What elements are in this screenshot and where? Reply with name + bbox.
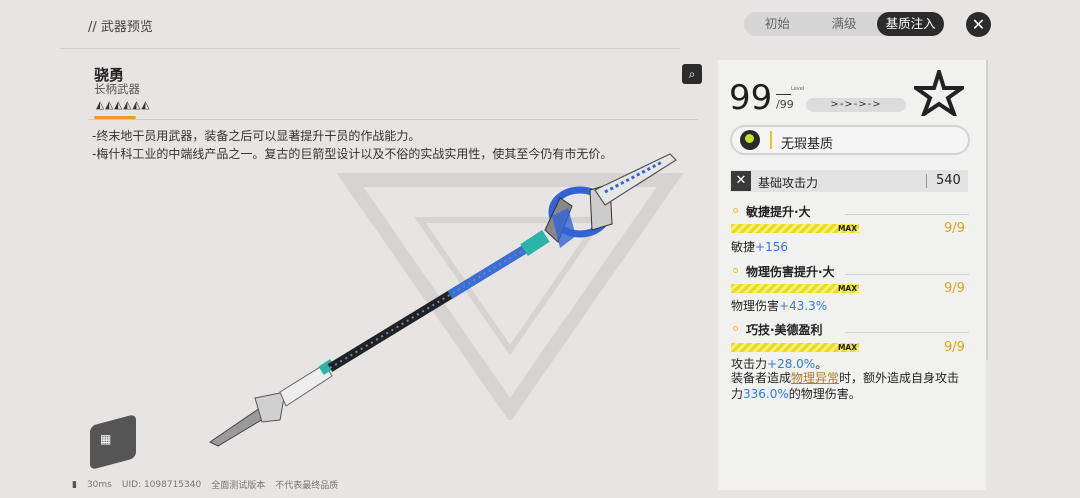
rarity-star-icon: ◭ bbox=[96, 99, 104, 111]
signal-icon: ▮ bbox=[72, 479, 77, 490]
rarity-stars: ◭ ◭ ◭ ◭ ◭ ◭ bbox=[96, 99, 149, 111]
quality-dot bbox=[745, 134, 754, 143]
base-attack-label: 基础攻击力 bbox=[758, 176, 819, 190]
base-attack-value: 540 bbox=[936, 173, 961, 188]
ping-text: 30ms bbox=[86, 479, 112, 490]
tab-matrix-infusion[interactable]: 基质注入 bbox=[877, 12, 945, 36]
weapon-spear-image bbox=[209, 153, 677, 447]
divider bbox=[776, 94, 791, 95]
stat-max-label: MAX bbox=[837, 284, 857, 293]
skill-description: 装备者造成物理异常时，额外造成自身攻击力336.0%的物理伤害。 bbox=[731, 370, 971, 402]
grid-icon: ▦ bbox=[100, 432, 112, 446]
status-bar: ▮ 30ms UID: 1098715340 全面测试版本 不代表最终品质 bbox=[72, 478, 339, 492]
stat-effect-label: 物理伤害 bbox=[731, 299, 780, 313]
skill-text: 的物理伤害。 bbox=[788, 387, 861, 401]
weapon-description-line: -终末地干员用武器，装备之后可以显著提升干员的作战能力。 bbox=[92, 129, 421, 143]
rarity-star-icon: ◭ bbox=[132, 99, 140, 111]
stat-level-value: 9/9 bbox=[944, 340, 965, 355]
stat-name: 巧技·美德盈利 bbox=[746, 323, 823, 337]
keyword-link[interactable]: 物理异常 bbox=[791, 371, 839, 385]
stat-effect-suffix: 。 bbox=[815, 357, 828, 371]
stat-bullet-icon bbox=[733, 208, 738, 213]
tab-max-level[interactable]: 满级 bbox=[811, 12, 878, 36]
top-bar: // 武器预览 初始 满级 基质注入 ✕ bbox=[0, 0, 1080, 50]
breakthrough-icon: >->->-> bbox=[806, 98, 906, 112]
stat-name: 敏捷提升·大 bbox=[746, 205, 811, 219]
level-max: /99 bbox=[776, 98, 794, 111]
skill-text: 装备者造成 bbox=[731, 371, 792, 385]
stat-name: 物理伤害提升·大 bbox=[746, 265, 835, 279]
stat-effect-label: 攻击力 bbox=[731, 357, 768, 371]
divider bbox=[845, 214, 969, 215]
divider bbox=[845, 332, 969, 333]
final-quality-note: 不代表最终品质 bbox=[275, 481, 339, 491]
star-emblem-icon bbox=[914, 70, 964, 116]
close-icon[interactable]: ✕ bbox=[966, 12, 991, 37]
divider bbox=[845, 274, 969, 275]
stat-effect: 物理伤害+43.3% bbox=[731, 297, 827, 314]
stat-level-value: 9/9 bbox=[944, 221, 965, 236]
stat-effect-value: +43.3% bbox=[779, 299, 828, 313]
divider bbox=[770, 131, 772, 149]
scrollbar[interactable] bbox=[986, 60, 988, 360]
level-label: Level bbox=[791, 86, 805, 92]
crossed-swords-icon: ✕ bbox=[731, 171, 751, 191]
stat-bullet-icon bbox=[733, 326, 738, 331]
divider bbox=[88, 119, 698, 120]
stat-effect: 敏捷+156 bbox=[731, 238, 788, 255]
stat-level-bar: MAX bbox=[731, 284, 859, 293]
stat-level-bar: MAX bbox=[731, 224, 859, 233]
view-tabs: 初始 满级 基质注入 bbox=[744, 12, 945, 36]
stat-max-label: MAX bbox=[837, 343, 857, 352]
stat-max-label: MAX bbox=[837, 224, 857, 233]
breadcrumb: // 武器预览 bbox=[88, 20, 153, 35]
uid-text: UID: 1098715340 bbox=[121, 479, 202, 490]
stat-effect-value: +28.0% bbox=[767, 357, 816, 371]
stat-effect-value: +156 bbox=[755, 240, 788, 254]
stat-effect-label: 敏捷 bbox=[731, 240, 756, 254]
level-value: 99 bbox=[729, 78, 773, 118]
rarity-star-icon: ◭ bbox=[114, 99, 122, 111]
stat-level-value: 9/9 bbox=[944, 281, 965, 296]
stat-bullet-icon bbox=[733, 268, 738, 273]
zoom-search-icon[interactable]: ⌕ bbox=[682, 64, 702, 84]
test-version-note: 全面测试版本 bbox=[211, 481, 266, 491]
matrix-quality-pill bbox=[730, 125, 970, 155]
divider bbox=[60, 48, 680, 49]
rarity-star-icon: ◭ bbox=[141, 99, 149, 111]
tab-initial[interactable]: 初始 bbox=[744, 12, 811, 36]
weapon-type: 长柄武器 bbox=[94, 82, 140, 96]
rarity-star-icon: ◭ bbox=[123, 99, 131, 111]
skill-value: 336.0% bbox=[743, 387, 789, 401]
stat-level-bar: MAX bbox=[731, 343, 859, 352]
divider bbox=[926, 174, 927, 188]
quality-label: 无瑕基质 bbox=[781, 137, 834, 152]
rarity-star-icon: ◭ bbox=[105, 99, 113, 111]
